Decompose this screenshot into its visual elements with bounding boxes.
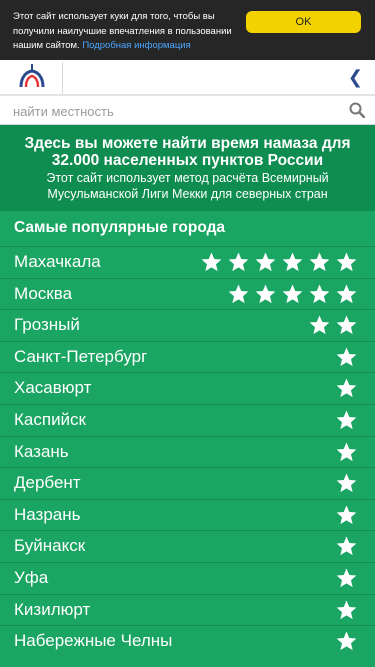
city-name[interactable]: Москва [14,284,72,304]
city-name[interactable]: Набережные Челны [14,631,172,651]
city-row[interactable]: Буйнакск [0,530,375,562]
popularity-stars [335,409,358,432]
popular-cities-header: Самые популярные города [0,211,375,246]
city-name[interactable]: Каспийск [14,410,86,430]
intro-subtitle: Этот сайт использует метод расчёта Всеми… [46,171,329,201]
city-row[interactable]: Дербент [0,467,375,499]
star-icon [201,252,222,272]
popularity-stars [227,283,358,306]
city-name[interactable]: Санкт-Петербург [14,347,147,367]
popularity-stars [335,504,358,527]
intro-banner: Здесь вы можете найти время намаза для 3… [0,125,375,211]
city-row[interactable]: Каспийск [0,403,375,436]
cookie-more-info-link[interactable]: Подробная информация [82,40,190,51]
city-row[interactable]: Грозный [0,309,375,341]
popular-cities-title: Самые популярные города [14,219,226,236]
city-name[interactable]: Грозный [14,315,80,335]
popularity-stars [335,599,358,622]
star-icon [228,284,249,303]
popularity-stars [335,535,358,558]
top-bar: ❮ [0,60,375,94]
search-bar [0,94,375,125]
star-icon [336,284,357,303]
city-row[interactable]: Уфа [0,561,375,594]
star-icon [336,378,357,398]
chevron-left-icon[interactable]: ❮ [348,60,363,94]
topbar-divider [62,62,63,94]
city-row[interactable]: Набережные Челны [0,625,375,657]
star-icon [282,284,303,303]
star-icon [336,505,357,524]
city-name[interactable]: Буйнакск [14,536,85,556]
popularity-stars [335,472,358,495]
popularity-stars [335,377,358,400]
city-row[interactable]: Кизилюрт [0,593,375,626]
intro-title: Здесь вы можете найти время намаза для 3… [24,135,351,169]
star-icon [228,252,249,272]
search-icon[interactable] [349,102,365,118]
city-name[interactable]: Дербент [14,473,81,493]
star-icon [336,410,357,430]
star-icon [282,252,303,272]
popularity-stars [308,314,358,337]
city-name[interactable]: Кизилюрт [14,600,90,620]
city-row[interactable]: Махачкала [0,246,375,278]
popularity-stars [200,251,358,274]
city-row[interactable]: Хасавюрт [0,372,375,404]
cookie-message: Этот сайт использует куки для того, чтоб… [13,10,238,54]
star-icon [336,568,357,588]
popularity-stars [335,630,358,653]
search-input[interactable] [13,100,333,122]
city-list: Махачкала Москва Грозный Санкт-Петербург Хас… [0,246,375,657]
star-icon [336,536,357,556]
city-name[interactable]: Махачкала [14,252,101,272]
star-icon [309,315,330,335]
star-icon [309,252,330,272]
city-row[interactable]: Назрань [0,498,375,531]
star-icon [336,252,357,272]
star-icon [309,284,330,303]
star-icon [336,442,357,461]
mosque-dome-icon[interactable] [4,60,60,94]
star-icon [336,473,357,493]
star-icon [336,599,357,619]
city-row[interactable]: Казань [0,435,375,468]
popularity-stars [335,441,358,464]
star-icon [336,347,357,366]
popularity-stars [335,346,358,369]
star-icon [255,252,276,272]
city-name[interactable]: Хасавюрт [14,378,91,398]
city-name[interactable]: Казань [14,442,69,462]
cookie-ok-button[interactable]: OK [246,11,361,33]
popularity-stars [335,567,358,590]
city-row[interactable]: Москва [0,277,375,310]
star-icon [336,631,357,651]
star-icon [255,284,276,303]
star-icon [336,315,357,335]
city-name[interactable]: Назрань [14,505,81,525]
cookie-banner: Этот сайт использует куки для того, чтоб… [0,0,375,60]
city-row[interactable]: Санкт-Петербург [0,340,375,373]
city-name[interactable]: Уфа [14,568,48,588]
